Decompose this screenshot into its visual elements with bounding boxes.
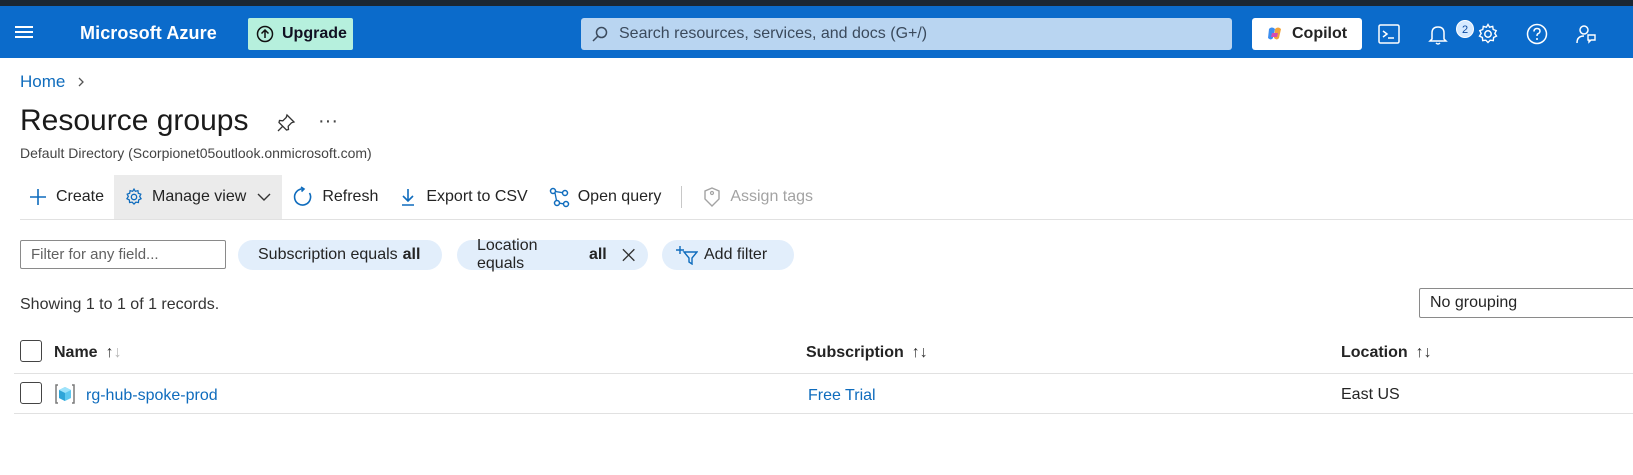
copilot-label: Copilot (1292, 25, 1348, 42)
filter-input[interactable] (20, 240, 226, 269)
query-graph-icon (549, 187, 569, 208)
subscription-filter-pill[interactable]: Subscription equals all (238, 240, 442, 270)
upgrade-label: Upgrade (282, 25, 347, 42)
column-header-subscription-label: Subscription (806, 344, 904, 361)
feedback-icon[interactable] (1574, 22, 1598, 46)
breadcrumb-home-link[interactable]: Home (20, 72, 65, 92)
download-icon (402, 189, 415, 206)
sort-icon: ↑↓ (911, 344, 928, 361)
header-divider (14, 373, 1633, 374)
search-icon (592, 26, 608, 42)
refresh-icon (294, 186, 312, 206)
search-input[interactable] (619, 25, 1179, 43)
column-header-name-label: Name (54, 344, 98, 361)
assign-tags-button[interactable]: Assign tags (692, 175, 823, 219)
export-csv-button[interactable]: Export to CSV (388, 175, 537, 219)
subscription-filter-value: all (402, 246, 421, 263)
help-icon[interactable] (1525, 22, 1549, 46)
sort-icon: ↑↓ (1415, 344, 1432, 361)
location-filter-value: all (588, 246, 607, 263)
notification-count-badge: 2 (1456, 20, 1474, 38)
location-filter-label: Location equals (477, 237, 538, 272)
breadcrumb: Home (20, 72, 89, 92)
pin-icon[interactable] (276, 113, 296, 133)
select-all-checkbox[interactable] (20, 340, 42, 362)
grouping-dropdown[interactable]: No grouping (1419, 288, 1633, 318)
column-header-subscription[interactable]: Subscription ↑↓ (806, 344, 928, 362)
assign-tags-label: Assign tags (730, 188, 814, 205)
row-checkbox[interactable] (20, 382, 42, 404)
copilot-icon (1268, 27, 1281, 40)
upgrade-button[interactable]: Upgrade (248, 18, 353, 50)
subscription-link[interactable]: Free Trial (808, 387, 876, 405)
location-filter-pill[interactable]: Location equals all (457, 237, 648, 272)
refresh-label: Refresh (322, 188, 379, 205)
open-query-button[interactable]: Open query (538, 175, 672, 219)
toolbar-divider (20, 219, 1633, 220)
gear-icon (126, 187, 143, 205)
brand-title[interactable]: Microsoft Azure (80, 23, 217, 44)
resource-group-icon (55, 384, 75, 404)
gear-icon[interactable] (1476, 22, 1500, 46)
global-search[interactable] (581, 18, 1232, 50)
records-count: Showing 1 to 1 of 1 records. (20, 296, 220, 313)
export-csv-label: Export to CSV (426, 188, 528, 205)
hamburger-icon[interactable] (14, 22, 34, 42)
page-subtitle: Default Directory (Scorpionet05outlook.o… (20, 145, 372, 161)
add-filter-label: Add filter (704, 246, 768, 263)
page-title: Resource groups (20, 104, 249, 137)
column-header-location-label: Location (1341, 344, 1408, 361)
portal-header: Microsoft Azure Upgrade Copilot 2 (0, 6, 1633, 58)
command-bar: Create Manage view Refresh Export to CSV (20, 175, 823, 219)
resource-group-name-link[interactable]: rg-hub-spoke-prod (86, 387, 218, 405)
toolbar-separator (681, 186, 683, 208)
open-query-label: Open query (577, 188, 662, 205)
plus-icon (30, 189, 46, 205)
subscription-filter-label: Subscription equals (258, 246, 398, 263)
refresh-button[interactable]: Refresh (282, 175, 388, 219)
create-button[interactable]: Create (20, 175, 114, 219)
manage-view-label: Manage view (152, 188, 247, 205)
more-options-button[interactable]: ··· (318, 110, 338, 133)
tag-icon (704, 187, 721, 207)
cloud-shell-icon[interactable] (1377, 22, 1401, 46)
row-divider (14, 413, 1633, 414)
chevron-right-icon (78, 77, 85, 87)
upgrade-arrow-icon (256, 25, 274, 43)
create-label: Create (56, 188, 105, 205)
chevron-down-icon (257, 193, 271, 201)
location-cell: East US (1341, 386, 1400, 403)
copilot-button[interactable]: Copilot (1252, 18, 1362, 50)
bell-icon[interactable] (1426, 22, 1450, 46)
column-header-location[interactable]: Location ↑↓ (1341, 344, 1432, 362)
close-icon[interactable] (621, 247, 636, 263)
add-filter-icon (676, 246, 698, 265)
sort-icon: ↑↓ (105, 344, 122, 361)
column-header-name[interactable]: Name ↑↓ (54, 344, 122, 362)
add-filter-button[interactable]: Add filter (662, 240, 794, 270)
manage-view-button[interactable]: Manage view (114, 175, 283, 219)
